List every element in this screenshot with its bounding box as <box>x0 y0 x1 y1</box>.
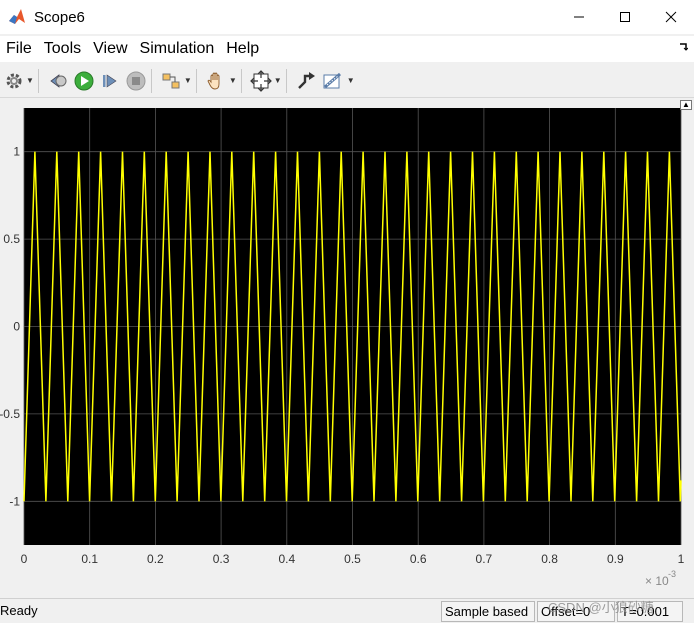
x-tick-label: 0.8 <box>541 552 558 566</box>
y-tick-label: -1 <box>9 494 20 508</box>
settings-button[interactable]: ▼ <box>4 68 34 94</box>
pan-icon <box>207 72 220 89</box>
toolbar-separator <box>240 68 242 93</box>
status-mode: Sample based <box>441 601 535 622</box>
x-tick-label: 0.1 <box>81 552 98 566</box>
x-tick-label: 0.6 <box>410 552 427 566</box>
signal-stats-icon <box>323 72 341 88</box>
y-tick-label: 1 <box>13 145 20 159</box>
close-button[interactable] <box>648 0 694 34</box>
step-forward-button[interactable] <box>99 68 121 94</box>
expand-icon[interactable]: ▲ <box>680 100 692 110</box>
title-bar: Scope6 <box>0 0 694 34</box>
scope-chart[interactable]: 1 0.5 0 -0.5 -1 0 0.1 0.2 0.3 0.4 0.5 0.6 0.7 0.8 0.9… <box>0 98 694 595</box>
menu-simulation[interactable]: Simulation <box>134 40 221 58</box>
toolbar-separator <box>285 68 287 93</box>
maximize-icon <box>620 12 630 22</box>
step-back-button[interactable] <box>47 68 69 94</box>
cursor-measure-icon <box>297 71 315 89</box>
chevron-down-icon[interactable]: ▼ <box>274 76 282 85</box>
y-tick-label: -0.5 <box>0 407 20 421</box>
y-tick-label: 0.5 <box>3 232 20 246</box>
x-tick-label: 0.5 <box>344 552 361 566</box>
chevron-down-icon[interactable]: ▼ <box>184 76 192 85</box>
window-title: Scope6 <box>34 8 85 26</box>
watermark: CSDN @小狼砂糖 <box>548 600 654 615</box>
x-tick-label: 0.3 <box>213 552 230 566</box>
maximize-button[interactable] <box>602 0 648 34</box>
menu-file[interactable]: File <box>0 40 38 58</box>
highlight-icon <box>162 73 180 88</box>
zoom-fit-icon <box>249 69 272 92</box>
toolbar-separator <box>195 68 197 93</box>
stop-icon <box>126 71 146 90</box>
run-button[interactable] <box>73 68 95 94</box>
menu-help[interactable]: Help <box>220 40 265 58</box>
gear-icon <box>6 73 22 88</box>
chevron-down-icon[interactable]: ▼ <box>347 76 355 85</box>
zoom-fit-button[interactable]: ▼ <box>249 68 282 94</box>
x-tick-label: 0.9 <box>607 552 624 566</box>
highlight-button[interactable]: ▼ <box>160 68 192 94</box>
signal-stats-button[interactable]: ▼ <box>321 68 355 94</box>
chevron-down-icon[interactable]: ▼ <box>26 76 34 85</box>
x-exponent-label: × 10 <box>645 574 669 588</box>
toolbar-separator <box>150 68 152 93</box>
menu-tools[interactable]: Tools <box>38 40 87 58</box>
x-tick-label: 1 <box>678 552 685 566</box>
x-tick-label: 0.2 <box>147 552 164 566</box>
x-tick-label: 0 <box>21 552 28 566</box>
minimize-icon <box>574 16 584 18</box>
step-back-icon <box>50 73 67 88</box>
pan-button[interactable]: ▼ <box>205 68 237 94</box>
x-tick-label: 0.7 <box>476 552 493 566</box>
close-icon <box>665 11 677 23</box>
step-forward-icon <box>102 73 117 88</box>
minimize-button[interactable] <box>556 0 602 34</box>
toolbar: ▼ ▼ ▼ ▼ ▼ <box>0 64 694 98</box>
toolbar-separator <box>37 68 39 93</box>
cursor-measure-button[interactable] <box>295 68 317 94</box>
chevron-down-icon[interactable]: ▼ <box>229 76 237 85</box>
y-tick-label: 0 <box>13 320 20 334</box>
run-icon <box>74 71 94 90</box>
menu-bar: File Tools View Simulation Help <box>0 36 694 62</box>
menu-view[interactable]: View <box>87 40 133 58</box>
status-ready: Ready <box>0 603 38 618</box>
matlab-logo-icon <box>9 9 25 24</box>
stop-button[interactable] <box>125 68 147 94</box>
scope-plot-area: 1 0.5 0 -0.5 -1 0 0.1 0.2 0.3 0.4 0.5 0.6 0.7 0.8 0.9… <box>0 98 694 595</box>
undock-arrow-icon[interactable] <box>678 42 688 52</box>
x-exponent-power: -3 <box>668 569 676 579</box>
x-tick-label: 0.4 <box>278 552 295 566</box>
